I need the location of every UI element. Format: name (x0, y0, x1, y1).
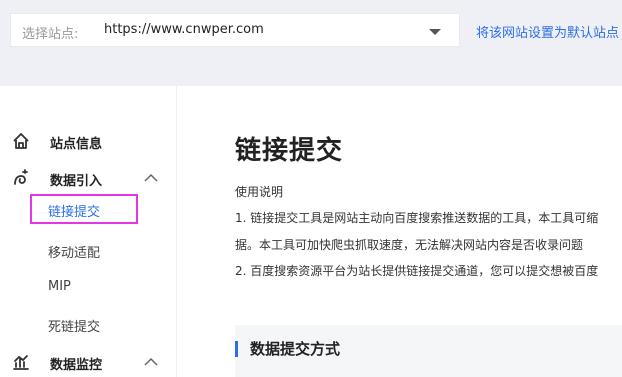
sidebar-item-label: 数据监控 (50, 358, 103, 373)
sidebar-item-label: 数据引入 (50, 174, 103, 189)
section-accent-bar (235, 341, 238, 357)
site-select-label: 选择站点: (22, 27, 79, 42)
chevron-up-icon[interactable] (144, 357, 158, 367)
sidebar-item-label: 链接提交 (48, 205, 101, 220)
main-content: 链接提交 使用说明 1. 链接提交工具是网站主动向百度搜索推送数据的工具，本工具… (177, 86, 622, 377)
site-select[interactable]: 选择站点: https://www.cnwper.com (10, 13, 460, 47)
chevron-down-icon[interactable] (429, 29, 441, 35)
chart-icon (13, 355, 29, 370)
sidebar-item-link-submit[interactable]: 链接提交 (30, 194, 138, 224)
usage-line: 2. 百度搜索资源平台为站长提供链接提交通道，您可以提交想被百度 (235, 264, 599, 278)
home-icon (13, 133, 29, 149)
sidebar-item-label: MIP (48, 279, 71, 294)
sidebar-item-label: 站点信息 (50, 137, 103, 152)
set-default-site-link[interactable]: 将该网站设置为默认站点 (476, 22, 619, 41)
data-import-icon (14, 169, 28, 185)
usage-line: 1. 链接提交工具是网站主动向百度搜索推送数据的工具，本工具可缩 (235, 211, 599, 225)
section-header: 数据提交方式 (235, 325, 622, 377)
usage-line: 据。本工具可加快爬虫抓取速度，无法解决网站内容是否收录问题 (235, 238, 584, 252)
sidebar-item-data-monitor[interactable]: 数据监控 (0, 351, 176, 375)
sidebar-item-label: 死链提交 (48, 320, 101, 335)
sidebar-item-label: 移动适配 (48, 246, 101, 261)
sidebar-item-mobile-adapt[interactable]: 移动适配 (48, 242, 100, 261)
sidebar-item-dead-link-submit[interactable]: 死链提交 (48, 316, 100, 335)
page-title: 链接提交 (235, 136, 344, 166)
sidebar-item-data-import[interactable]: 数据引入 (0, 167, 176, 191)
sidebar: 站点信息 数据引入 链接提交 移动适配 MIP 死链提交 数据监控 (0, 86, 177, 377)
section-title: 数据提交方式 (250, 340, 341, 358)
sidebar-item-mip[interactable]: MIP (48, 279, 71, 294)
sidebar-item-site-info[interactable]: 站点信息 (0, 130, 176, 154)
usage-heading: 使用说明 (235, 185, 284, 199)
top-bar: 选择站点: https://www.cnwper.com 将该网站设置为默认站点 (0, 0, 622, 86)
site-select-value: https://www.cnwper.com (104, 22, 264, 37)
chevron-up-icon[interactable] (144, 173, 158, 183)
